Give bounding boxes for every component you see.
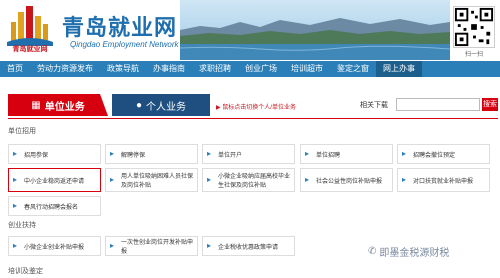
main-nav: 首页 劳动力资源发布 政策导航 办事指南 求职招聘 创业广场 培训超市 鉴定之窗 网上办事 [0, 61, 500, 77]
arrow-icon: ▸ [13, 241, 18, 250]
watermark-text: 即墨金税源财税 [379, 248, 450, 259]
nav-item[interactable]: 求职招聘 [192, 61, 238, 77]
qr-label: 扫一扫 [464, 52, 483, 58]
tab-unit-business[interactable]: ▦ 单位业务 [8, 94, 108, 116]
service-item-label: 中小企业稳岗返还申请 [24, 178, 85, 185]
service-item-label: 一次性创业岗位开发补贴申报 [121, 240, 194, 255]
site-header: 青岛就业网 青岛就业网 Qingdao Employment Network 扫… [0, 0, 500, 60]
arrow-icon: ▸ [402, 175, 407, 184]
arrow-icon: ▸ [305, 149, 310, 158]
arrow-icon: ▸ [110, 175, 115, 184]
service-item-label: 招用参保 [24, 152, 49, 159]
service-item-label: 用人单位吸纳困难人员社保及岗位补贴 [121, 174, 194, 189]
arrow-icon: ▸ [207, 175, 212, 184]
search-button[interactable]: 搜索 [482, 98, 498, 111]
section-title: 培训及鉴定 [8, 268, 43, 275]
service-item-label: 单位招聘 [316, 152, 341, 159]
arrow-icon: ▸ [402, 149, 407, 158]
service-item[interactable]: ▸ 企业税收优惠政策申请 [202, 236, 295, 256]
tabs-divider [8, 118, 498, 119]
nav-item[interactable]: 鉴定之窗 [330, 61, 376, 77]
service-item-label: 春风行动招聘会报名 [24, 204, 79, 211]
arrow-icon: ▸ [110, 149, 115, 158]
logo-text: 青岛就业网 [12, 46, 48, 53]
service-item[interactable]: ▸ 一次性创业岗位开发补贴申报 [105, 236, 198, 256]
service-item[interactable]: ▸ 对口扶贫就业补贴申报 [397, 168, 490, 192]
service-item[interactable]: ▸ 单位招聘 [300, 144, 393, 164]
tab-switch-note: ▶ 鼠标点击切换个人/单位业务 [216, 105, 296, 111]
arrow-icon: ▸ [207, 241, 212, 250]
tab-unit-label: 单位业务 [44, 101, 85, 113]
building-icon: ▦ [31, 99, 41, 111]
arrow-icon: ▸ [13, 149, 18, 158]
logo-buildings-icon [7, 6, 53, 46]
service-item-label: 企业税收优惠政策申请 [218, 244, 279, 251]
person-icon: ● [135, 99, 143, 111]
tab-personal-business[interactable]: ● 个人业务 [112, 94, 210, 116]
nav-item[interactable]: 创业广场 [238, 61, 284, 77]
service-item-label: 招聘会撤位预定 [413, 152, 456, 159]
related-downloads-link[interactable]: 相关下载 [360, 100, 388, 110]
wechat-watermark: ✆ 即墨金税源财税 [368, 244, 449, 259]
arrow-icon: ▸ [13, 201, 18, 210]
service-item-label: 小微企业吸纳应届高校毕业生社保及岗位补贴 [218, 174, 291, 189]
service-item[interactable]: ▸ 单位开户 [202, 144, 295, 164]
arrow-icon: ▸ [110, 241, 115, 250]
service-item[interactable]: ▸ 社会公益性岗位补贴申报 [300, 168, 393, 192]
section-title: 单位招用 [8, 128, 36, 135]
qr-code-icon [453, 6, 495, 48]
service-item[interactable]: ▸ 解聘停保 [105, 144, 198, 164]
city-banner-image [180, 0, 450, 60]
service-item-label: 解聘停保 [121, 152, 146, 159]
service-item-label: 单位开户 [218, 152, 243, 159]
service-item[interactable]: ▸ 用人单位吸纳困难人员社保及岗位补贴 [105, 168, 198, 192]
section-title: 创业扶持 [8, 222, 36, 229]
arrow-icon: ▸ [305, 175, 310, 184]
tab-personal-label: 个人业务 [146, 101, 187, 113]
service-item-label: 小微企业创业补贴申报 [24, 244, 85, 251]
nav-item[interactable]: 首页 [0, 61, 30, 77]
nav-item[interactable]: 培训超市 [284, 61, 330, 77]
nav-item[interactable]: 政策导航 [100, 61, 146, 77]
nav-item[interactable]: 办事指南 [146, 61, 192, 77]
service-item[interactable]: ▸ 中小企业稳岗返还申请 [8, 168, 101, 192]
site-subtitle: Qingdao Employment Network [70, 40, 179, 49]
wechat-icon: ✆ [368, 246, 377, 257]
service-item[interactable]: ▸ 招聘会撤位预定 [397, 144, 490, 164]
business-tabs: ▦ 单位业务 ● 个人业务 ▶ 鼠标点击切换个人/单位业务 相关下载 搜索 [0, 90, 500, 118]
service-item[interactable]: ▸ 小微企业吸纳应届高校毕业生社保及岗位补贴 [202, 168, 295, 192]
nav-item[interactable]: 网上办事 [376, 61, 422, 77]
service-item-label: 社会公益性岗位补贴申报 [316, 178, 383, 185]
service-item[interactable]: ▸ 春风行动招聘会报名 [8, 196, 101, 216]
service-item[interactable]: ▸ 招用参保 [8, 144, 101, 164]
nav-item[interactable]: 劳动力资源发布 [30, 61, 100, 77]
site-title[interactable]: 青岛就业网 [62, 10, 177, 42]
arrow-icon: ▸ [13, 175, 18, 184]
arrow-icon: ▸ [207, 149, 212, 158]
service-item[interactable]: ▸ 小微企业创业补贴申报 [8, 236, 101, 256]
service-item-label: 对口扶贫就业补贴申报 [413, 178, 474, 185]
search-input[interactable] [396, 98, 480, 111]
